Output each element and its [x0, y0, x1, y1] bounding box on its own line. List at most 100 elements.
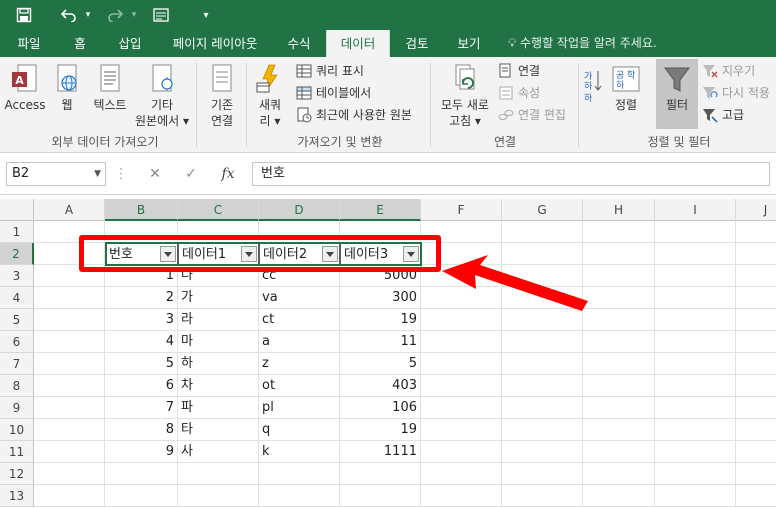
cell-i2[interactable]	[655, 243, 736, 265]
column-header-i[interactable]: I	[655, 199, 736, 221]
cell-j3[interactable]	[736, 265, 776, 287]
table-cell[interactable]: 5	[340, 353, 421, 375]
from-table-button[interactable]: 테이블에서	[296, 83, 371, 103]
column-header-b[interactable]: B	[105, 199, 178, 221]
cell-j5[interactable]	[736, 309, 776, 331]
recent-sources-button[interactable]: 최근에 사용한 원본	[296, 105, 412, 125]
row-header-9[interactable]: 9	[0, 397, 34, 419]
connections-button[interactable]: 연결	[498, 61, 540, 81]
column-header-c[interactable]: C	[178, 199, 259, 221]
cell-c1[interactable]	[178, 221, 259, 243]
table-cell[interactable]: ot	[259, 375, 340, 397]
cell-h2[interactable]	[583, 243, 655, 265]
cell-d1[interactable]	[259, 221, 340, 243]
cell-h9[interactable]	[583, 397, 655, 419]
cell-h12[interactable]	[583, 463, 655, 485]
cell-j1[interactable]	[736, 221, 776, 243]
cell-f1[interactable]	[421, 221, 502, 243]
table-cell[interactable]: pl	[259, 397, 340, 419]
cell-h11[interactable]	[583, 441, 655, 463]
cell-i5[interactable]	[655, 309, 736, 331]
cell-f11[interactable]	[421, 441, 502, 463]
cell-a9[interactable]	[34, 397, 105, 419]
cell-a11[interactable]	[34, 441, 105, 463]
table-cell[interactable]: q	[259, 419, 340, 441]
table-cell[interactable]: 8	[105, 419, 178, 441]
cancel-entry-icon[interactable]: ✕	[142, 162, 168, 186]
tell-me-box[interactable]: 💡︎ 수행할 작업을 알려 주세요.	[508, 30, 657, 57]
table-cell[interactable]: 파	[178, 397, 259, 419]
undo-dropdown-icon[interactable]: ▾	[82, 0, 94, 30]
refresh-all-button[interactable]: 모두 새로 고침 ▾	[436, 63, 494, 129]
table-cell[interactable]: 300	[340, 287, 421, 309]
cell-f10[interactable]	[421, 419, 502, 441]
table-cell[interactable]: 6	[105, 375, 178, 397]
cell-i1[interactable]	[655, 221, 736, 243]
cell-j12[interactable]	[736, 463, 776, 485]
column-header-f[interactable]: F	[421, 199, 502, 221]
row-header-2[interactable]: 2	[0, 243, 34, 265]
table-cell[interactable]: 19	[340, 419, 421, 441]
cell-h4[interactable]	[583, 287, 655, 309]
save-icon[interactable]	[10, 0, 38, 30]
cell-g12[interactable]	[502, 463, 583, 485]
cell-a3[interactable]	[34, 265, 105, 287]
cell-d13[interactable]	[259, 485, 340, 507]
table-cell[interactable]: 가	[178, 287, 259, 309]
undo-icon[interactable]	[58, 0, 80, 30]
cell-j13[interactable]	[736, 485, 776, 507]
cell-g10[interactable]	[502, 419, 583, 441]
cell-i6[interactable]	[655, 331, 736, 353]
cell-i9[interactable]	[655, 397, 736, 419]
cell-g6[interactable]	[502, 331, 583, 353]
cell-h13[interactable]	[583, 485, 655, 507]
column-header-g[interactable]: G	[502, 199, 583, 221]
cell-j11[interactable]	[736, 441, 776, 463]
form-icon[interactable]	[150, 0, 172, 30]
from-other-sources-button[interactable]: 기타 원본에서 ▾	[134, 63, 190, 129]
cell-j10[interactable]	[736, 419, 776, 441]
table-cell[interactable]: 타	[178, 419, 259, 441]
cell-d12[interactable]	[259, 463, 340, 485]
cell-j7[interactable]	[736, 353, 776, 375]
cell-a8[interactable]	[34, 375, 105, 397]
cell-g9[interactable]	[502, 397, 583, 419]
tab-insert[interactable]: 삽입	[108, 30, 152, 57]
advanced-filter-button[interactable]: 고급	[702, 105, 744, 125]
cell-h10[interactable]	[583, 419, 655, 441]
column-header-j[interactable]: J	[736, 199, 776, 221]
cell-f12[interactable]	[421, 463, 502, 485]
row-header-4[interactable]: 4	[0, 287, 34, 309]
table-cell[interactable]: 9	[105, 441, 178, 463]
new-query-button[interactable]: 새쿼 리 ▾	[252, 63, 288, 129]
table-cell[interactable]: 하	[178, 353, 259, 375]
filter-dropdown-icon[interactable]	[241, 246, 257, 262]
name-box[interactable]: B2 ▼	[6, 162, 106, 186]
formula-input[interactable]: 번호	[252, 162, 770, 186]
confirm-entry-icon[interactable]: ✓	[178, 162, 204, 186]
from-access-button[interactable]: A Access	[4, 63, 46, 113]
cell-i4[interactable]	[655, 287, 736, 309]
row-header-10[interactable]: 10	[0, 419, 34, 441]
from-web-button[interactable]: 웹	[50, 63, 84, 113]
row-header-1[interactable]: 1	[0, 221, 34, 243]
cell-h1[interactable]	[583, 221, 655, 243]
cell-i7[interactable]	[655, 353, 736, 375]
cell-g7[interactable]	[502, 353, 583, 375]
row-header-12[interactable]: 12	[0, 463, 34, 485]
table-cell[interactable]: 2	[105, 287, 178, 309]
cell-f6[interactable]	[421, 331, 502, 353]
cell-f13[interactable]	[421, 485, 502, 507]
filter-dropdown-icon[interactable]	[160, 246, 176, 262]
table-cell[interactable]: 1	[105, 265, 178, 287]
table-cell[interactable]: 7	[105, 397, 178, 419]
cell-c12[interactable]	[178, 463, 259, 485]
table-cell[interactable]: 11	[340, 331, 421, 353]
row-header-13[interactable]: 13	[0, 485, 34, 507]
cell-a13[interactable]	[34, 485, 105, 507]
cell-h5[interactable]	[583, 309, 655, 331]
table-cell[interactable]: 4	[105, 331, 178, 353]
cell-f9[interactable]	[421, 397, 502, 419]
row-header-8[interactable]: 8	[0, 375, 34, 397]
row-header-5[interactable]: 5	[0, 309, 34, 331]
